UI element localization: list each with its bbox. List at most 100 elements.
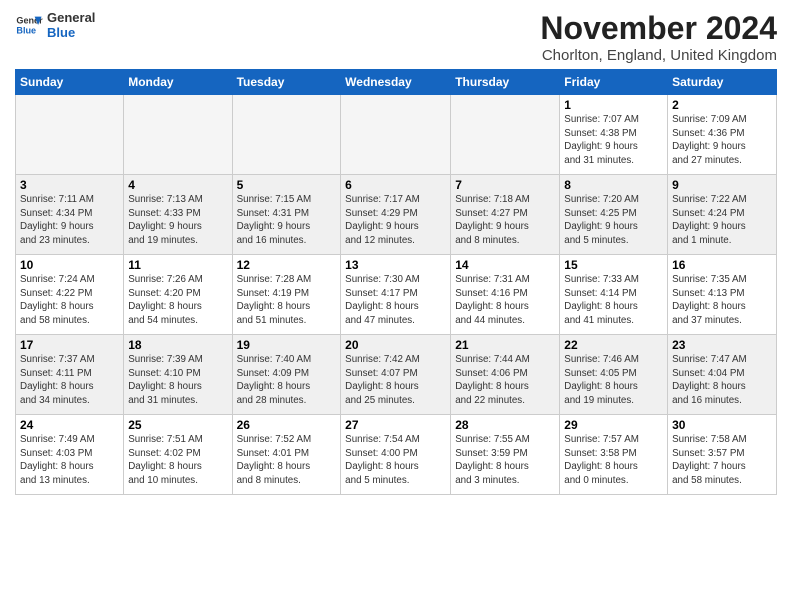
table-cell: 17Sunrise: 7:37 AM Sunset: 4:11 PM Dayli…: [16, 335, 124, 415]
table-cell: 29Sunrise: 7:57 AM Sunset: 3:58 PM Dayli…: [560, 415, 668, 495]
table-cell: 28Sunrise: 7:55 AM Sunset: 3:59 PM Dayli…: [451, 415, 560, 495]
day-info: Sunrise: 7:22 AM Sunset: 4:24 PM Dayligh…: [672, 193, 772, 248]
day-number: 27: [345, 418, 446, 432]
table-cell: 13Sunrise: 7:30 AM Sunset: 4:17 PM Dayli…: [341, 255, 451, 335]
table-cell: 21Sunrise: 7:44 AM Sunset: 4:06 PM Dayli…: [451, 335, 560, 415]
table-cell: 18Sunrise: 7:39 AM Sunset: 4:10 PM Dayli…: [124, 335, 232, 415]
calendar-week-row: 17Sunrise: 7:37 AM Sunset: 4:11 PM Dayli…: [16, 335, 777, 415]
day-number: 7: [455, 178, 555, 192]
calendar-week-row: 3Sunrise: 7:11 AM Sunset: 4:34 PM Daylig…: [16, 175, 777, 255]
col-sunday: Sunday: [16, 70, 124, 95]
day-number: 11: [128, 258, 227, 272]
table-cell: 11Sunrise: 7:26 AM Sunset: 4:20 PM Dayli…: [124, 255, 232, 335]
table-cell: 12Sunrise: 7:28 AM Sunset: 4:19 PM Dayli…: [232, 255, 341, 335]
col-friday: Friday: [560, 70, 668, 95]
calendar-week-row: 24Sunrise: 7:49 AM Sunset: 4:03 PM Dayli…: [16, 415, 777, 495]
day-number: 21: [455, 338, 555, 352]
day-number: 3: [20, 178, 119, 192]
day-info: Sunrise: 7:55 AM Sunset: 3:59 PM Dayligh…: [455, 433, 555, 488]
table-cell: 1Sunrise: 7:07 AM Sunset: 4:38 PM Daylig…: [560, 95, 668, 175]
day-info: Sunrise: 7:39 AM Sunset: 4:10 PM Dayligh…: [128, 353, 227, 408]
col-tuesday: Tuesday: [232, 70, 341, 95]
day-number: 26: [237, 418, 337, 432]
day-info: Sunrise: 7:57 AM Sunset: 3:58 PM Dayligh…: [564, 433, 663, 488]
table-cell: 4Sunrise: 7:13 AM Sunset: 4:33 PM Daylig…: [124, 175, 232, 255]
day-number: 6: [345, 178, 446, 192]
day-info: Sunrise: 7:09 AM Sunset: 4:36 PM Dayligh…: [672, 113, 772, 168]
table-cell: [16, 95, 124, 175]
location: Chorlton, England, United Kingdom: [540, 47, 777, 64]
day-number: 17: [20, 338, 119, 352]
col-monday: Monday: [124, 70, 232, 95]
day-number: 13: [345, 258, 446, 272]
day-info: Sunrise: 7:52 AM Sunset: 4:01 PM Dayligh…: [237, 433, 337, 488]
day-info: Sunrise: 7:58 AM Sunset: 3:57 PM Dayligh…: [672, 433, 772, 488]
day-number: 23: [672, 338, 772, 352]
table-cell: 6Sunrise: 7:17 AM Sunset: 4:29 PM Daylig…: [341, 175, 451, 255]
day-number: 10: [20, 258, 119, 272]
day-number: 22: [564, 338, 663, 352]
day-number: 25: [128, 418, 227, 432]
day-info: Sunrise: 7:20 AM Sunset: 4:25 PM Dayligh…: [564, 193, 663, 248]
day-number: 29: [564, 418, 663, 432]
day-info: Sunrise: 7:47 AM Sunset: 4:04 PM Dayligh…: [672, 353, 772, 408]
day-number: 1: [564, 98, 663, 112]
table-cell: 30Sunrise: 7:58 AM Sunset: 3:57 PM Dayli…: [668, 415, 777, 495]
day-info: Sunrise: 7:54 AM Sunset: 4:00 PM Dayligh…: [345, 433, 446, 488]
day-number: 4: [128, 178, 227, 192]
day-info: Sunrise: 7:51 AM Sunset: 4:02 PM Dayligh…: [128, 433, 227, 488]
calendar-week-row: 10Sunrise: 7:24 AM Sunset: 4:22 PM Dayli…: [16, 255, 777, 335]
day-info: Sunrise: 7:37 AM Sunset: 4:11 PM Dayligh…: [20, 353, 119, 408]
day-info: Sunrise: 7:33 AM Sunset: 4:14 PM Dayligh…: [564, 273, 663, 328]
day-number: 12: [237, 258, 337, 272]
table-cell: 23Sunrise: 7:47 AM Sunset: 4:04 PM Dayli…: [668, 335, 777, 415]
month-title: November 2024: [540, 10, 777, 47]
table-cell: 8Sunrise: 7:20 AM Sunset: 4:25 PM Daylig…: [560, 175, 668, 255]
table-cell: 20Sunrise: 7:42 AM Sunset: 4:07 PM Dayli…: [341, 335, 451, 415]
table-cell: 7Sunrise: 7:18 AM Sunset: 4:27 PM Daylig…: [451, 175, 560, 255]
day-number: 16: [672, 258, 772, 272]
day-info: Sunrise: 7:42 AM Sunset: 4:07 PM Dayligh…: [345, 353, 446, 408]
logo-general: General: [47, 10, 95, 25]
day-info: Sunrise: 7:07 AM Sunset: 4:38 PM Dayligh…: [564, 113, 663, 168]
table-cell: 5Sunrise: 7:15 AM Sunset: 4:31 PM Daylig…: [232, 175, 341, 255]
table-cell: 9Sunrise: 7:22 AM Sunset: 4:24 PM Daylig…: [668, 175, 777, 255]
day-number: 14: [455, 258, 555, 272]
day-info: Sunrise: 7:18 AM Sunset: 4:27 PM Dayligh…: [455, 193, 555, 248]
svg-text:Blue: Blue: [16, 25, 36, 35]
day-info: Sunrise: 7:44 AM Sunset: 4:06 PM Dayligh…: [455, 353, 555, 408]
calendar: Sunday Monday Tuesday Wednesday Thursday…: [15, 69, 777, 495]
day-number: 15: [564, 258, 663, 272]
day-number: 20: [345, 338, 446, 352]
table-cell: [451, 95, 560, 175]
table-cell: 14Sunrise: 7:31 AM Sunset: 4:16 PM Dayli…: [451, 255, 560, 335]
day-info: Sunrise: 7:35 AM Sunset: 4:13 PM Dayligh…: [672, 273, 772, 328]
day-number: 30: [672, 418, 772, 432]
table-cell: 27Sunrise: 7:54 AM Sunset: 4:00 PM Dayli…: [341, 415, 451, 495]
day-number: 28: [455, 418, 555, 432]
table-cell: 3Sunrise: 7:11 AM Sunset: 4:34 PM Daylig…: [16, 175, 124, 255]
day-number: 2: [672, 98, 772, 112]
title-block: November 2024 Chorlton, England, United …: [540, 10, 777, 64]
day-info: Sunrise: 7:13 AM Sunset: 4:33 PM Dayligh…: [128, 193, 227, 248]
day-number: 5: [237, 178, 337, 192]
day-info: Sunrise: 7:15 AM Sunset: 4:31 PM Dayligh…: [237, 193, 337, 248]
day-number: 18: [128, 338, 227, 352]
day-info: Sunrise: 7:26 AM Sunset: 4:20 PM Dayligh…: [128, 273, 227, 328]
table-cell: 26Sunrise: 7:52 AM Sunset: 4:01 PM Dayli…: [232, 415, 341, 495]
table-cell: 19Sunrise: 7:40 AM Sunset: 4:09 PM Dayli…: [232, 335, 341, 415]
calendar-header-row: Sunday Monday Tuesday Wednesday Thursday…: [16, 70, 777, 95]
table-cell: [124, 95, 232, 175]
day-number: 24: [20, 418, 119, 432]
col-thursday: Thursday: [451, 70, 560, 95]
logo-icon: General Blue: [15, 11, 43, 39]
logo: General Blue General Blue: [15, 10, 95, 40]
day-info: Sunrise: 7:31 AM Sunset: 4:16 PM Dayligh…: [455, 273, 555, 328]
day-info: Sunrise: 7:28 AM Sunset: 4:19 PM Dayligh…: [237, 273, 337, 328]
day-info: Sunrise: 7:46 AM Sunset: 4:05 PM Dayligh…: [564, 353, 663, 408]
table-cell: 10Sunrise: 7:24 AM Sunset: 4:22 PM Dayli…: [16, 255, 124, 335]
day-info: Sunrise: 7:17 AM Sunset: 4:29 PM Dayligh…: [345, 193, 446, 248]
table-cell: 15Sunrise: 7:33 AM Sunset: 4:14 PM Dayli…: [560, 255, 668, 335]
table-cell: 2Sunrise: 7:09 AM Sunset: 4:36 PM Daylig…: [668, 95, 777, 175]
day-number: 8: [564, 178, 663, 192]
